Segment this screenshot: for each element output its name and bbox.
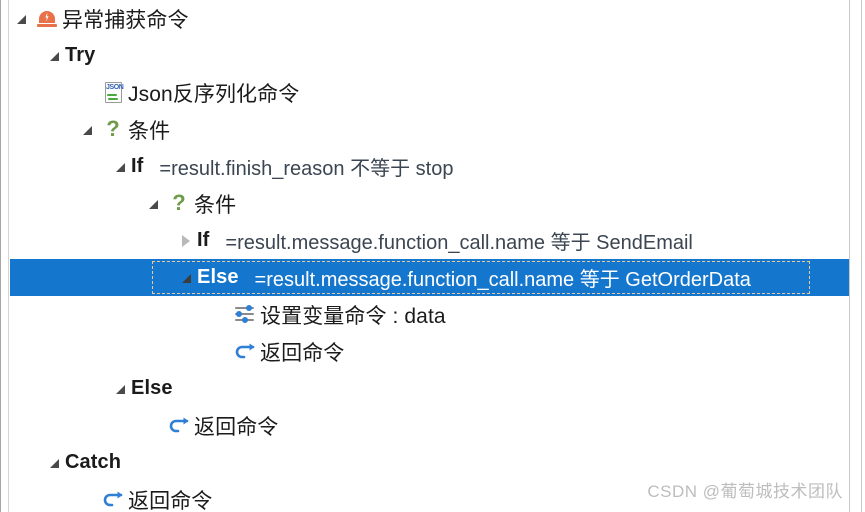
tree-row[interactable]: Catch: [10, 444, 849, 481]
expander-collapse-icon[interactable]: [142, 199, 164, 209]
json-icon: JSON: [98, 80, 128, 106]
tree-row[interactable]: If =result.message.function_call.name 等于 …: [10, 222, 849, 259]
tree-row-label: Try: [65, 44, 96, 66]
tree-row-label: If: [131, 155, 144, 177]
tree-row[interactable]: JSON Json反序列化命令: [10, 74, 849, 111]
csdn-watermark: CSDN @葡萄城技术团队: [647, 482, 843, 501]
tree-row[interactable]: 返回命令: [10, 407, 849, 444]
tree-row[interactable]: ? 条件: [10, 185, 849, 222]
window-left-border: [0, 0, 1, 512]
tree-row-label: 返回命令: [128, 489, 213, 512]
question-icon: ?: [106, 115, 120, 141]
tree-row-expression: =result.message.function_call.name 等于 Ge…: [254, 269, 751, 291]
return-icon: [230, 339, 260, 365]
window-right-border: [861, 0, 862, 512]
tree-row-label: Catch: [65, 451, 122, 473]
expander-collapse-icon[interactable]: [109, 162, 131, 172]
command-tree[interactable]: 异常捕获命令 Try JSON Json反序列化命令? 条件 If =result.fini…: [10, 0, 849, 512]
expander-collapse-icon[interactable]: [43, 458, 65, 468]
return-icon: [164, 413, 194, 439]
tree-row-label: Else: [131, 377, 173, 399]
tree-row-label: 设置变量命令 : data: [260, 304, 446, 328]
tree-row-label: Json反序列化命令: [128, 82, 300, 106]
tree-row[interactable]: 设置变量命令 : data: [10, 296, 849, 333]
tree-row[interactable]: If =result.finish_reason 不等于 stop: [10, 148, 849, 185]
tree-row-expression: =result.finish_reason 不等于 stop: [159, 158, 454, 180]
tree-row-selected[interactable]: Else =result.message.function_call.name 等…: [10, 259, 849, 296]
expander-collapse-icon[interactable]: [43, 51, 65, 61]
tree-row-label: 返回命令: [260, 341, 345, 365]
tree-row-expression: =result.message.function_call.name 等于 Se…: [225, 232, 693, 254]
expander-collapse-icon[interactable]: [10, 14, 32, 24]
tree-row-label: 返回命令: [194, 415, 279, 439]
expander-collapse-icon[interactable]: [109, 384, 131, 394]
return-icon: [98, 487, 128, 512]
tree-row-label: If: [197, 229, 210, 251]
panel-left-border: [8, 0, 9, 512]
tree-row[interactable]: 返回命令: [10, 333, 849, 370]
tree-row[interactable]: Else: [10, 370, 849, 407]
tree-row-label: Else: [197, 266, 239, 288]
panel-right-border: [849, 0, 850, 512]
tree-row-label: 条件: [128, 119, 171, 143]
set-variable-icon: [230, 302, 260, 328]
tree-row[interactable]: 异常捕获命令: [10, 0, 849, 37]
tree-row[interactable]: ? 条件: [10, 111, 849, 148]
tree-row[interactable]: Try: [10, 37, 849, 74]
tree-view-screen: 异常捕获命令 Try JSON Json反序列化命令? 条件 If =result.fini…: [0, 0, 865, 512]
tree-row-label: 条件: [194, 193, 237, 217]
question-icon: ?: [172, 189, 186, 215]
expander-collapse-icon[interactable]: [175, 273, 197, 283]
alarm-icon: [32, 6, 62, 32]
tree-row-label: 异常捕获命令: [62, 8, 189, 32]
expander-collapse-icon[interactable]: [76, 125, 98, 135]
expander-expand-icon[interactable]: [175, 234, 197, 247]
